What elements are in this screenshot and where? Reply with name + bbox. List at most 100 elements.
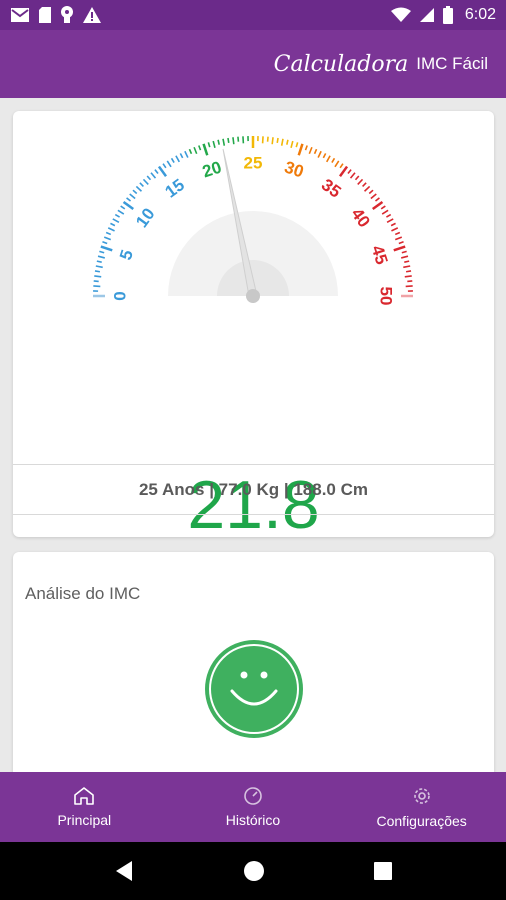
gauge-tick <box>405 270 412 273</box>
gauge-tick <box>110 222 116 227</box>
nav-historico[interactable]: Histórico <box>173 786 333 828</box>
bottom-navigation: Principal Histórico Configurações <box>0 772 506 842</box>
gauge-tick <box>142 178 149 186</box>
gauge-tick <box>175 155 180 163</box>
nav-configuracoes[interactable]: Configurações <box>342 785 502 829</box>
home-icon <box>74 787 95 805</box>
gauge-tick <box>398 241 404 245</box>
gauge-tick <box>363 185 371 192</box>
gauge-tick <box>193 146 198 155</box>
gauge-tick <box>362 182 367 187</box>
gauge-tick <box>317 150 322 158</box>
gauge-tick <box>179 153 184 159</box>
gauge-tick <box>212 140 216 149</box>
history-icon <box>244 787 262 805</box>
bmi-gauge-card: 0 5 10 15 20 25 30 35 40 45 50 21.8 25 Anos | 77.0… <box>13 111 494 537</box>
bmi-analysis-card: Análise do IMC <box>13 552 494 782</box>
status-bar: 6:02 <box>0 0 506 30</box>
gauge-tick <box>139 182 144 187</box>
gauge-tick <box>276 137 279 144</box>
gauge-tick <box>99 250 105 254</box>
gauge-tick <box>122 200 135 211</box>
gauge-tick <box>105 231 112 236</box>
gauge-tick <box>202 143 209 156</box>
sd-card-icon <box>39 7 51 23</box>
gauge-tick <box>150 172 157 179</box>
gauge-tick-label: 50 <box>377 287 396 306</box>
recents-icon[interactable] <box>373 862 392 880</box>
gauge-tick <box>326 155 331 163</box>
gauge-tick <box>94 270 101 273</box>
gauge-tick <box>112 218 120 223</box>
gauge-tick <box>154 169 159 175</box>
gauge-tick <box>188 148 193 155</box>
gauge-tick <box>103 236 112 241</box>
gauge-tick <box>184 150 189 158</box>
gauge-tick <box>297 143 304 156</box>
gmail-icon <box>11 8 29 22</box>
gauge-tick <box>349 172 356 179</box>
wifi-icon <box>390 7 411 22</box>
gauge-tick <box>304 145 308 151</box>
gauge-tick <box>94 275 102 278</box>
gauge-tick-label: 0 <box>110 291 129 300</box>
gauge-tick <box>338 165 349 178</box>
gauge-tick-label: 40 <box>347 205 373 231</box>
gauge-tick <box>404 275 412 278</box>
gauge-tick <box>100 245 113 252</box>
gauge-tick <box>132 189 138 195</box>
gauge-tick <box>114 213 120 218</box>
bmi-gauge: 05101520 25 3035404550 <box>93 136 413 306</box>
nav-principal[interactable]: Principal <box>4 786 164 828</box>
gauge-tick <box>404 260 410 263</box>
gauge-tick-label: 20 <box>200 158 224 182</box>
gauge-tick <box>295 142 299 148</box>
gauge-tick <box>339 163 344 169</box>
gauge-tick <box>227 137 230 144</box>
gauge-tick <box>374 197 380 202</box>
gauge-tick <box>97 255 106 259</box>
app-title-main: IMC Fácil <box>416 54 488 73</box>
gauge-tick <box>370 193 377 200</box>
gauge-tick <box>401 250 407 254</box>
gauge-tick <box>107 227 115 232</box>
gauge-tick <box>394 236 403 241</box>
gauge-tick <box>120 205 126 210</box>
gauge-tick <box>286 139 289 145</box>
gauge-tick <box>357 178 364 186</box>
gauge-tick <box>166 160 172 168</box>
user-details: 25 Anos | 77.0 Kg | 188.0 Cm <box>13 464 494 515</box>
nav-historico-label: Histórico <box>225 812 281 828</box>
gauge-tick-label: 30 <box>282 158 306 182</box>
gauge-tick <box>400 255 409 259</box>
gauge-tick <box>157 165 168 178</box>
gauge-tick <box>371 200 384 211</box>
nav-configuracoes-label: Configurações <box>376 813 467 829</box>
gauge-tick <box>280 138 284 146</box>
gauge-tick <box>331 157 336 163</box>
gauge-tick <box>381 209 389 215</box>
analysis-title: Análise do IMC <box>25 584 141 603</box>
gauge-tick <box>222 138 226 146</box>
gauge-tick <box>232 137 235 145</box>
gauge-tick <box>102 241 108 245</box>
gauge-tick <box>313 148 318 155</box>
lightbulb-icon <box>61 6 73 23</box>
gauge-tick-label: 10 <box>132 205 158 231</box>
gauge-tick <box>391 227 399 232</box>
gauge-tick <box>271 137 274 145</box>
gauge-tick <box>96 260 102 263</box>
gauge-tick <box>126 197 132 202</box>
gauge-tick <box>354 175 360 181</box>
gauge-tick <box>334 160 340 168</box>
gauge-tick <box>386 213 392 218</box>
gauge-tick-label: 25 <box>244 153 263 172</box>
gauge-tick-label: 5 <box>116 247 137 262</box>
gauge-tick-label: 15 <box>162 175 188 201</box>
status-time: 6:02 <box>464 6 496 23</box>
gauge-tick <box>394 231 401 236</box>
back-icon[interactable] <box>114 860 134 882</box>
home-button-icon[interactable] <box>243 860 265 882</box>
gauge-tick <box>290 140 294 149</box>
warning-icon <box>83 7 101 23</box>
